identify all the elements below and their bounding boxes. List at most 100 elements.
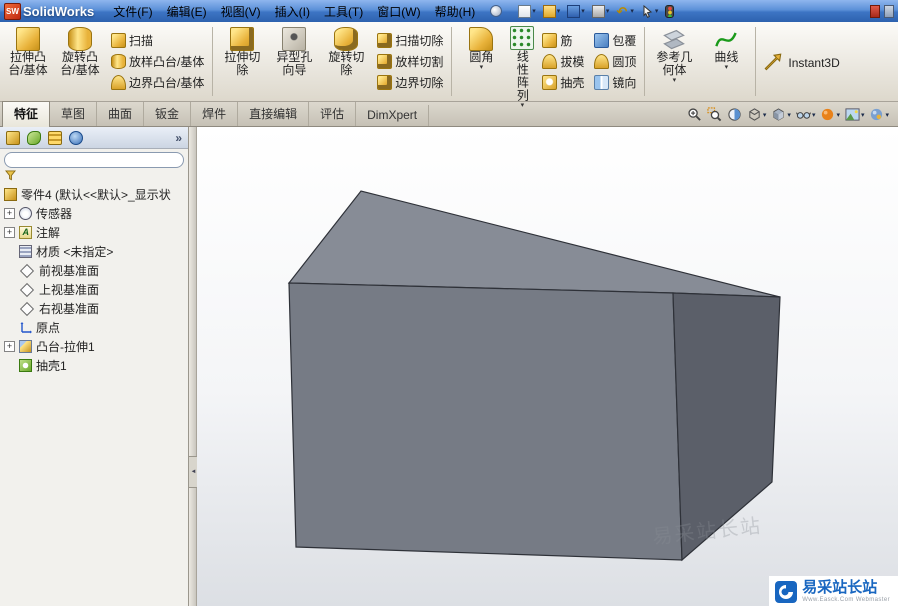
box-top-face[interactable]	[287, 190, 781, 298]
tree-filter-input[interactable]	[4, 152, 184, 168]
lofted-boss-button[interactable]: 放样凸台/基体	[108, 52, 207, 71]
expand-icon[interactable]: +	[4, 208, 15, 219]
fillet-button[interactable]: 圆角 ▾	[455, 23, 507, 100]
dropdown-arrow-icon[interactable]: ▾	[655, 7, 659, 15]
tree-item-top-plane[interactable]: 上视基准面	[0, 280, 188, 299]
swept-cut-button[interactable]: 扫描切除	[374, 31, 446, 50]
dropdown-arrow-icon[interactable]: ▾	[787, 111, 791, 119]
expand-icon[interactable]: +	[4, 227, 15, 238]
box-front-face[interactable]	[288, 282, 683, 561]
select-button[interactable]: ▾	[639, 4, 661, 19]
tree-item-right-plane[interactable]: 右视基准面	[0, 299, 188, 318]
lofted-cut-button[interactable]: 放样切割	[374, 52, 446, 71]
graphics-area[interactable]: 易采站长站 易采站长站 Www.Easck.Com Webmaster	[197, 127, 898, 606]
panel-splitter[interactable]: ◄	[188, 127, 199, 606]
tab-direct-editing[interactable]: 直接编辑	[238, 102, 310, 126]
linear-pattern-button[interactable]: 线性阵列 ▾	[507, 23, 537, 109]
featuremanager-tree-tab-icon[interactable]	[6, 130, 20, 145]
display-style-icon	[773, 108, 785, 121]
dropdown-arrow-icon[interactable]: ▾	[480, 64, 484, 71]
button-label: 何体	[662, 63, 687, 77]
filter-funnel-icon[interactable]	[5, 170, 16, 181]
expand-icon[interactable]: +	[4, 341, 15, 352]
undo-button[interactable]: ↶ ▾	[614, 4, 636, 19]
tab-sketch[interactable]: 草图	[50, 102, 98, 126]
tree-item-part[interactable]: 零件4 (默认<<默认>_显示状	[0, 185, 188, 204]
extruded-boss-button[interactable]: 拉伸凸 台/基体	[2, 23, 54, 100]
dropdown-arrow-icon[interactable]: ▾	[606, 7, 610, 15]
menu-view[interactable]: 视图(V)	[214, 1, 268, 22]
display-style-button[interactable]: ▾	[770, 106, 792, 123]
print-button[interactable]: ▾	[590, 4, 612, 19]
dropdown-arrow-icon[interactable]: ▾	[885, 111, 889, 119]
draft-button[interactable]: 拔模	[539, 52, 587, 71]
reference-geometry-button[interactable]: 参考几 何体 ▾	[648, 23, 700, 100]
edit-appearance-button[interactable]: ▾	[819, 106, 841, 123]
tree-item-shell1[interactable]: 抽壳1	[0, 356, 188, 375]
dimxpertmanager-tab-icon[interactable]	[69, 130, 83, 145]
task-pane-toggle-icon[interactable]	[884, 4, 894, 18]
save-button[interactable]: ▾	[565, 4, 587, 19]
dropdown-arrow-icon[interactable]: ▾	[557, 7, 561, 15]
button-label: 放样切割	[395, 55, 444, 69]
dropdown-arrow-icon[interactable]: ▾	[581, 7, 585, 15]
dome-button[interactable]: 圆顶	[591, 52, 639, 71]
dropdown-arrow-icon[interactable]: ▾	[763, 111, 767, 119]
curves-button[interactable]: 曲线 ▾	[700, 23, 752, 100]
menu-file[interactable]: 文件(F)	[106, 1, 159, 22]
model-box[interactable]	[197, 127, 898, 606]
pin-menu-icon[interactable]	[490, 5, 503, 17]
solidworks-resources-icon[interactable]	[870, 4, 880, 18]
rebuild-button[interactable]	[663, 4, 676, 19]
menu-edit[interactable]: 编辑(E)	[160, 1, 214, 22]
menu-insert[interactable]: 插入(I)	[268, 1, 317, 22]
hole-wizard-button[interactable]: 异型孔 向导	[268, 23, 320, 100]
tab-dimxpert[interactable]: DimXpert	[356, 105, 430, 126]
tree-item-front-plane[interactable]: 前视基准面	[0, 261, 188, 280]
panel-overflow-chevron-icon[interactable]: »	[175, 131, 182, 145]
tab-weldments[interactable]: 焊件	[191, 102, 239, 126]
view-settings-button[interactable]: ▾	[868, 106, 890, 123]
dropdown-arrow-icon[interactable]: ▾	[532, 7, 536, 15]
configurationmanager-tab-icon[interactable]	[48, 130, 62, 145]
hide-show-items-button[interactable]: ▾	[795, 106, 817, 123]
dropdown-arrow-icon[interactable]: ▾	[521, 102, 525, 109]
tab-evaluate[interactable]: 评估	[309, 102, 357, 126]
tree-item-material[interactable]: 材质 <未指定>	[0, 242, 188, 261]
menu-window[interactable]: 窗口(W)	[370, 1, 427, 22]
tree-item-sensors[interactable]: + 传感器	[0, 204, 188, 223]
revolved-boss-button[interactable]: 旋转凸 台/基体	[54, 23, 106, 100]
tab-sheet-metal[interactable]: 钣金	[144, 102, 192, 126]
shell-button[interactable]: 抽壳	[539, 73, 587, 92]
dropdown-arrow-icon[interactable]: ▾	[861, 111, 865, 119]
boundary-boss-button[interactable]: 边界凸台/基体	[108, 73, 207, 92]
open-button[interactable]: ▾	[541, 4, 563, 19]
swept-boss-button[interactable]: 扫描	[108, 31, 207, 50]
extruded-cut-button[interactable]: 拉伸切 除	[216, 23, 268, 100]
dropdown-arrow-icon[interactable]: ▾	[673, 77, 677, 84]
dropdown-arrow-icon[interactable]: ▾	[836, 111, 840, 119]
zoom-fit-button[interactable]	[686, 106, 703, 123]
boundary-cut-button[interactable]: 边界切除	[374, 73, 446, 92]
section-view-button[interactable]	[726, 106, 743, 123]
tree-item-origin[interactable]: 原点	[0, 318, 188, 337]
rib-button[interactable]: 筋	[539, 31, 587, 50]
tree-item-annotations[interactable]: + 注解	[0, 223, 188, 242]
tab-surfaces[interactable]: 曲面	[97, 102, 145, 126]
wrap-button[interactable]: 包覆	[591, 31, 639, 50]
apply-scene-button[interactable]: ▾	[844, 106, 866, 123]
zoom-area-button[interactable]	[706, 106, 723, 123]
revolved-cut-button[interactable]: 旋转切 除	[320, 23, 372, 100]
tree-item-boss-extrude1[interactable]: + 凸台-拉伸1	[0, 337, 188, 356]
dropdown-arrow-icon[interactable]: ▾	[630, 7, 634, 15]
menu-help[interactable]: 帮助(H)	[428, 1, 483, 22]
view-orientation-button[interactable]: ▾	[746, 106, 768, 123]
tab-features[interactable]: 特征	[2, 101, 51, 127]
new-document-button[interactable]: ▾	[516, 4, 538, 19]
dropdown-arrow-icon[interactable]: ▾	[812, 111, 816, 119]
menu-tools[interactable]: 工具(T)	[317, 1, 370, 22]
mirror-button[interactable]: 镜向	[591, 73, 639, 92]
dropdown-arrow-icon[interactable]: ▾	[725, 64, 729, 71]
propertymanager-tab-icon[interactable]	[27, 130, 41, 145]
instant3d-button[interactable]: Instant3D	[759, 23, 842, 100]
